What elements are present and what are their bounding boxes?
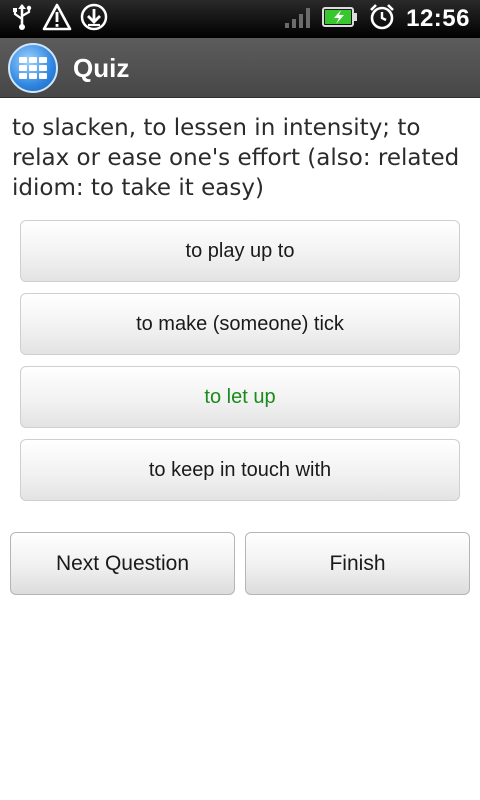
answer-option-2[interactable]: to make (someone) tick xyxy=(20,293,460,355)
battery-icon xyxy=(322,6,358,32)
answer-option-1[interactable]: to play up to xyxy=(20,220,460,282)
status-time: 12:56 xyxy=(406,5,470,32)
alarm-icon xyxy=(368,3,396,35)
app-grid-icon[interactable] xyxy=(8,43,58,93)
next-question-button[interactable]: Next Question xyxy=(10,532,235,595)
signal-icon xyxy=(284,5,312,33)
finish-button[interactable]: Finish xyxy=(245,532,470,595)
question-text: to slacken, to lessen in intensity; to r… xyxy=(12,115,460,201)
usb-icon xyxy=(10,3,34,35)
download-icon xyxy=(80,3,108,35)
page-title: Quiz xyxy=(73,53,130,83)
status-bar: 12:56 xyxy=(0,0,480,38)
answer-option-4[interactable]: to keep in touch with xyxy=(20,439,460,501)
status-left-icons xyxy=(10,3,108,35)
warning-icon xyxy=(42,3,72,35)
answer-option-3[interactable]: to let up xyxy=(20,366,460,428)
title-bar: Quiz xyxy=(0,38,480,98)
status-right-icons: 12:56 xyxy=(284,3,470,35)
